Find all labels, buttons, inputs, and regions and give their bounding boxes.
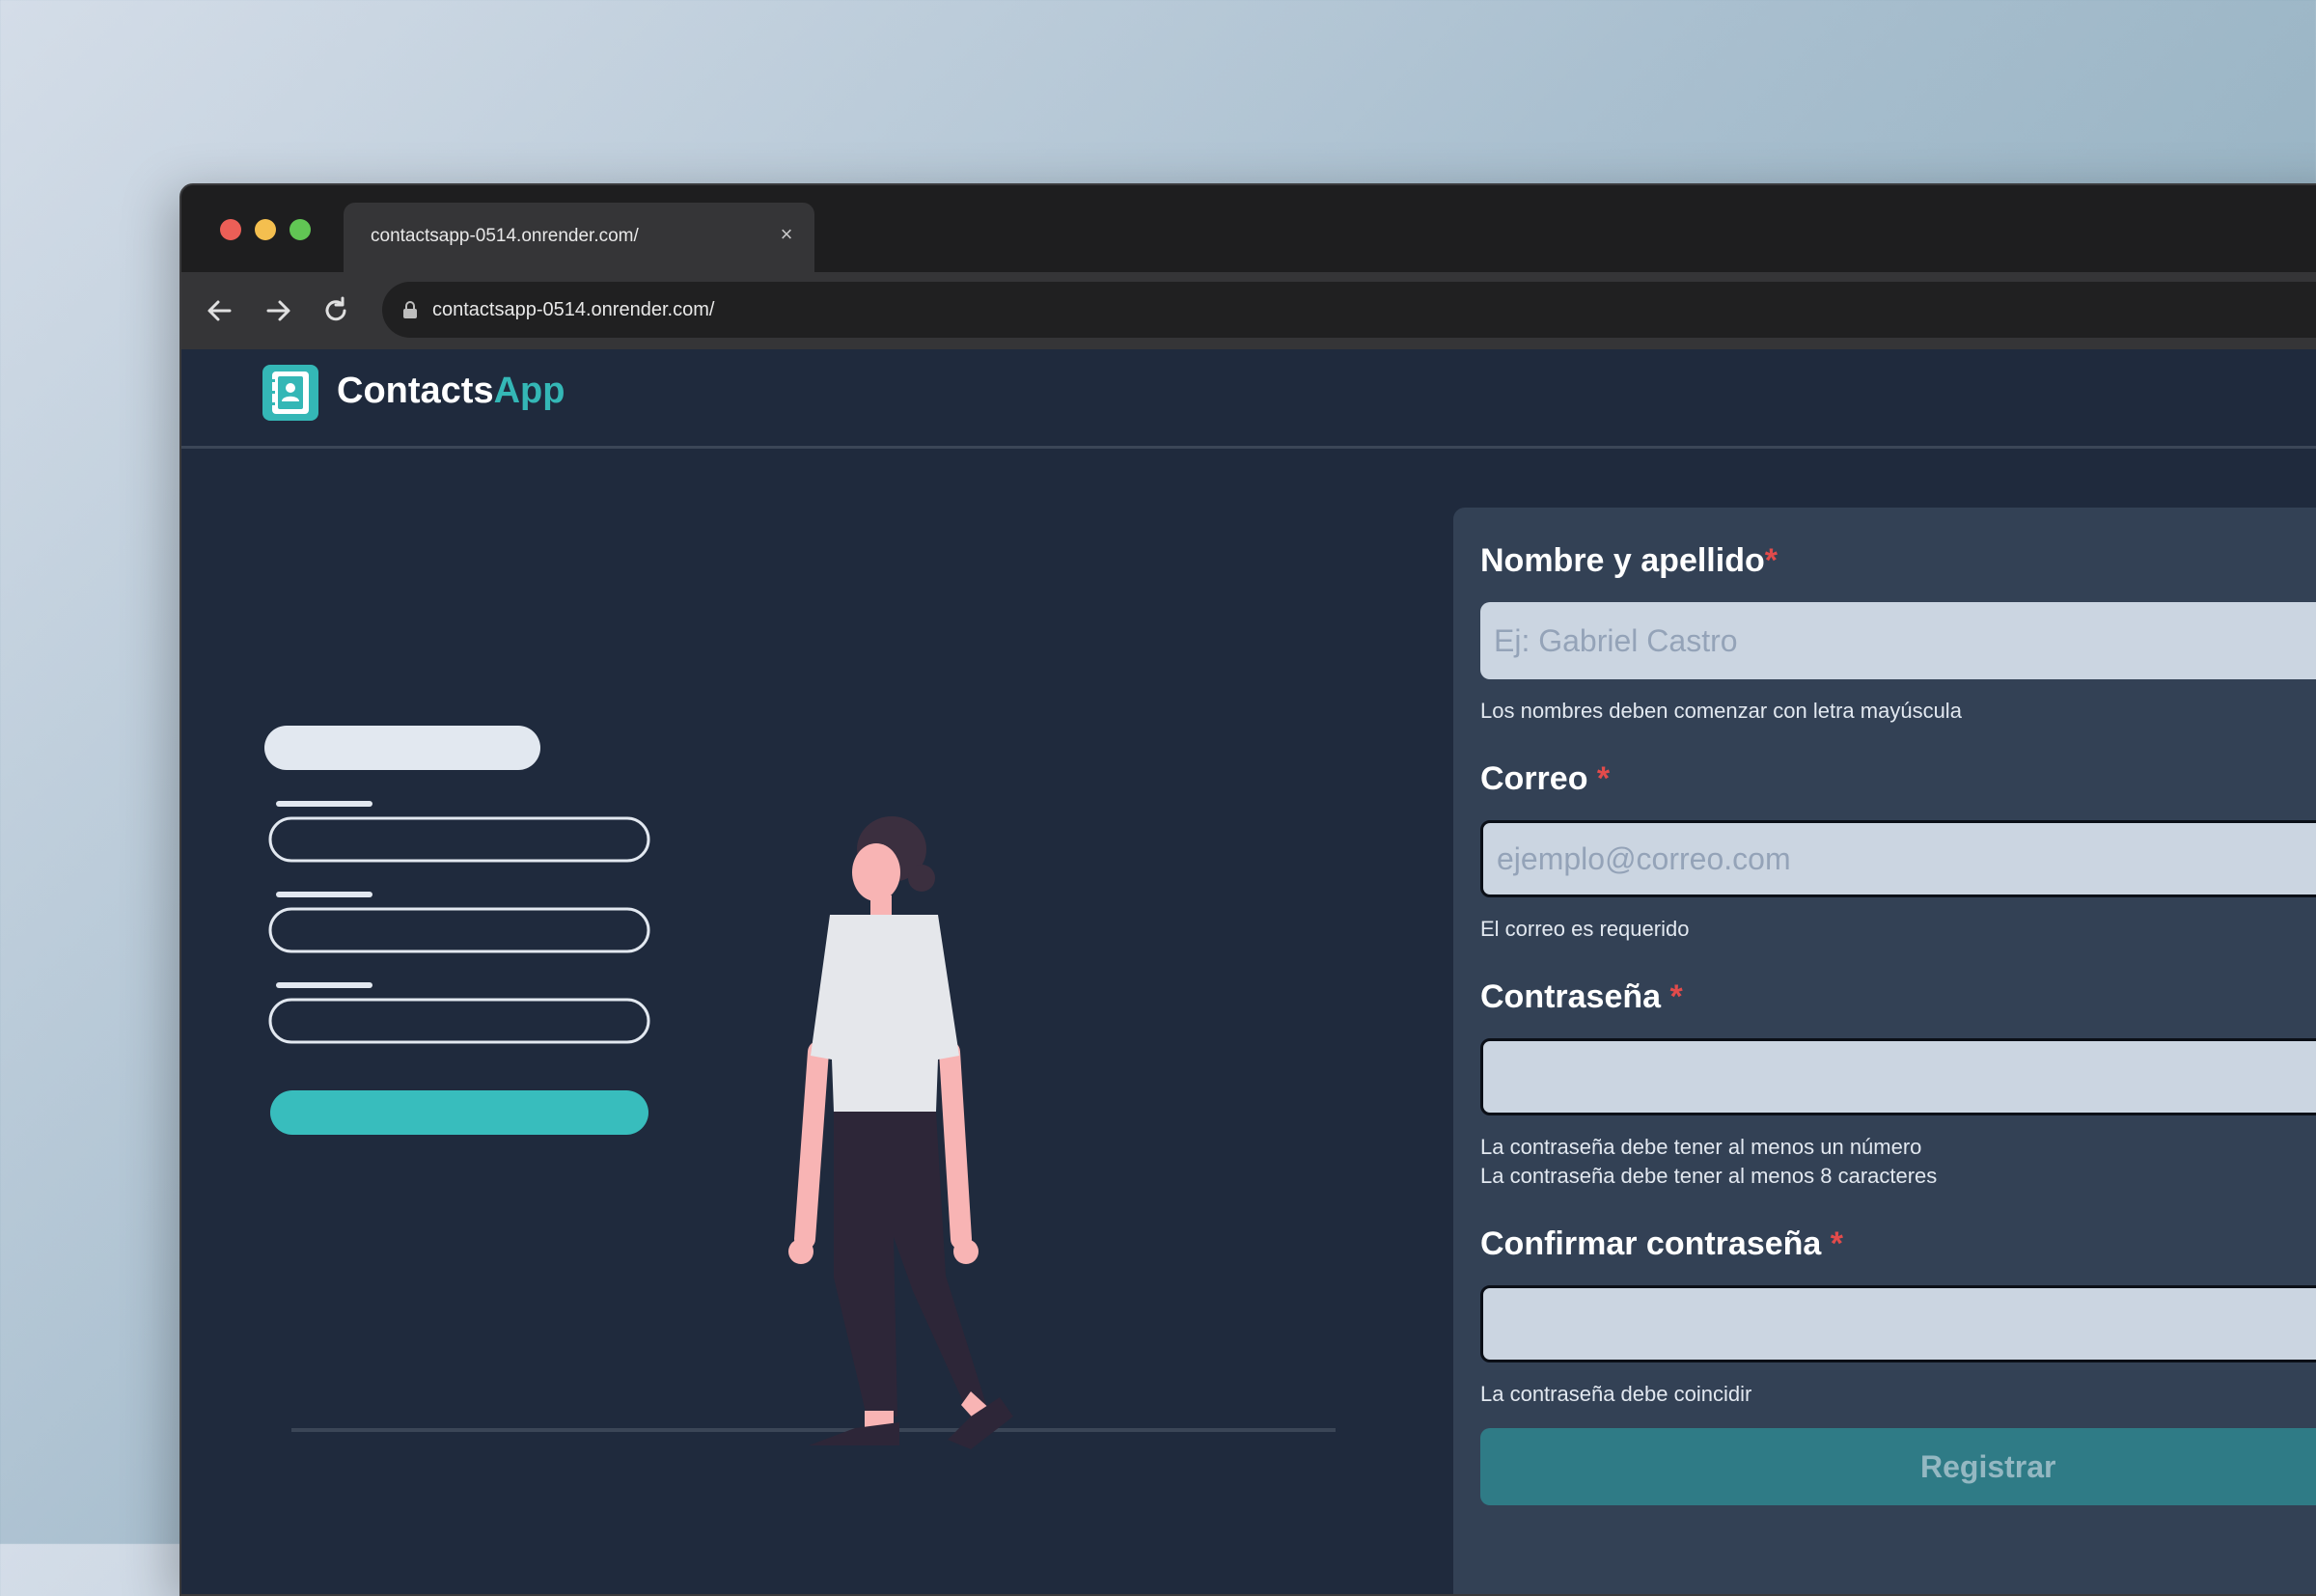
lock-icon [403, 301, 417, 318]
mock-input [268, 998, 650, 1044]
mock-button [270, 1090, 648, 1135]
app-navbar: ContactsApp [181, 349, 2316, 449]
ground-line [291, 1428, 1336, 1432]
close-tab-icon[interactable]: × [772, 220, 801, 249]
name-label: Nombre y apellido* [1480, 542, 1778, 580]
back-arrow-icon[interactable] [201, 291, 239, 330]
confirm-password-label-text: Confirmar contraseña [1480, 1225, 1822, 1262]
email-label: Correo * [1480, 760, 1610, 798]
email-help: El correo es requerido [1480, 917, 1690, 941]
signup-illustration [264, 726, 1336, 1449]
confirm-password-label: Confirmar contraseña * [1480, 1225, 1843, 1263]
mock-label [276, 892, 372, 897]
browser-window: contactsapp-0514.onrender.com/ × contact… [179, 183, 2316, 1596]
browser-toolbar: contactsapp-0514.onrender.com/ [181, 272, 2316, 349]
confirm-password-input[interactable] [1480, 1285, 2316, 1362]
mock-label [276, 982, 372, 988]
email-input[interactable] [1480, 820, 2316, 897]
page-content: ContactsApp Nombre y apellido* Ej: Gabri… [181, 349, 2316, 1594]
register-form: Nombre y apellido* Los nombres deben com… [1453, 508, 2316, 1594]
browser-tab[interactable]: contactsapp-0514.onrender.com/ × [344, 203, 814, 272]
name-help: Los nombres deben comenzar con letra may… [1480, 699, 1962, 723]
forward-arrow-icon[interactable] [259, 291, 297, 330]
confirm-password-help: La contraseña debe coincidir [1480, 1382, 1752, 1406]
required-asterisk: * [1596, 760, 1611, 797]
minimize-window-button[interactable] [255, 219, 276, 240]
contacts-book-icon[interactable] [262, 365, 318, 421]
mock-input [268, 907, 650, 953]
tab-title: contactsapp-0514.onrender.com/ [371, 226, 639, 246]
required-asterisk: * [1669, 978, 1683, 1015]
maximize-window-button[interactable] [290, 219, 311, 240]
password-help-length: La contraseña debe tener al menos 8 cara… [1480, 1164, 1938, 1188]
reload-icon[interactable] [317, 291, 355, 330]
mock-label [276, 801, 372, 807]
email-label-text: Correo [1480, 760, 1588, 797]
required-asterisk: * [1830, 1225, 1844, 1262]
password-label-text: Contraseña [1480, 978, 1662, 1015]
name-label-text: Nombre y apellido [1480, 542, 1765, 579]
brand-accent: App [493, 371, 565, 411]
address-bar[interactable]: contactsapp-0514.onrender.com/ [382, 282, 2316, 338]
password-input[interactable] [1480, 1038, 2316, 1115]
url-text: contactsapp-0514.onrender.com/ [432, 299, 715, 320]
close-window-button[interactable] [220, 219, 241, 240]
mock-input [268, 816, 650, 863]
password-help-number: La contraseña debe tener al menos un núm… [1480, 1135, 1922, 1159]
brand-primary: Contacts [337, 371, 494, 411]
app-brand[interactable]: ContactsApp [337, 371, 565, 412]
name-input[interactable] [1480, 602, 2316, 679]
browser-tab-strip: contactsapp-0514.onrender.com/ × [181, 185, 2316, 272]
required-asterisk: * [1764, 542, 1778, 579]
password-label: Contraseña * [1480, 978, 1683, 1016]
mock-title-bar [264, 726, 540, 770]
person-figure [788, 816, 1013, 1449]
register-button[interactable]: Registrar [1480, 1428, 2316, 1505]
